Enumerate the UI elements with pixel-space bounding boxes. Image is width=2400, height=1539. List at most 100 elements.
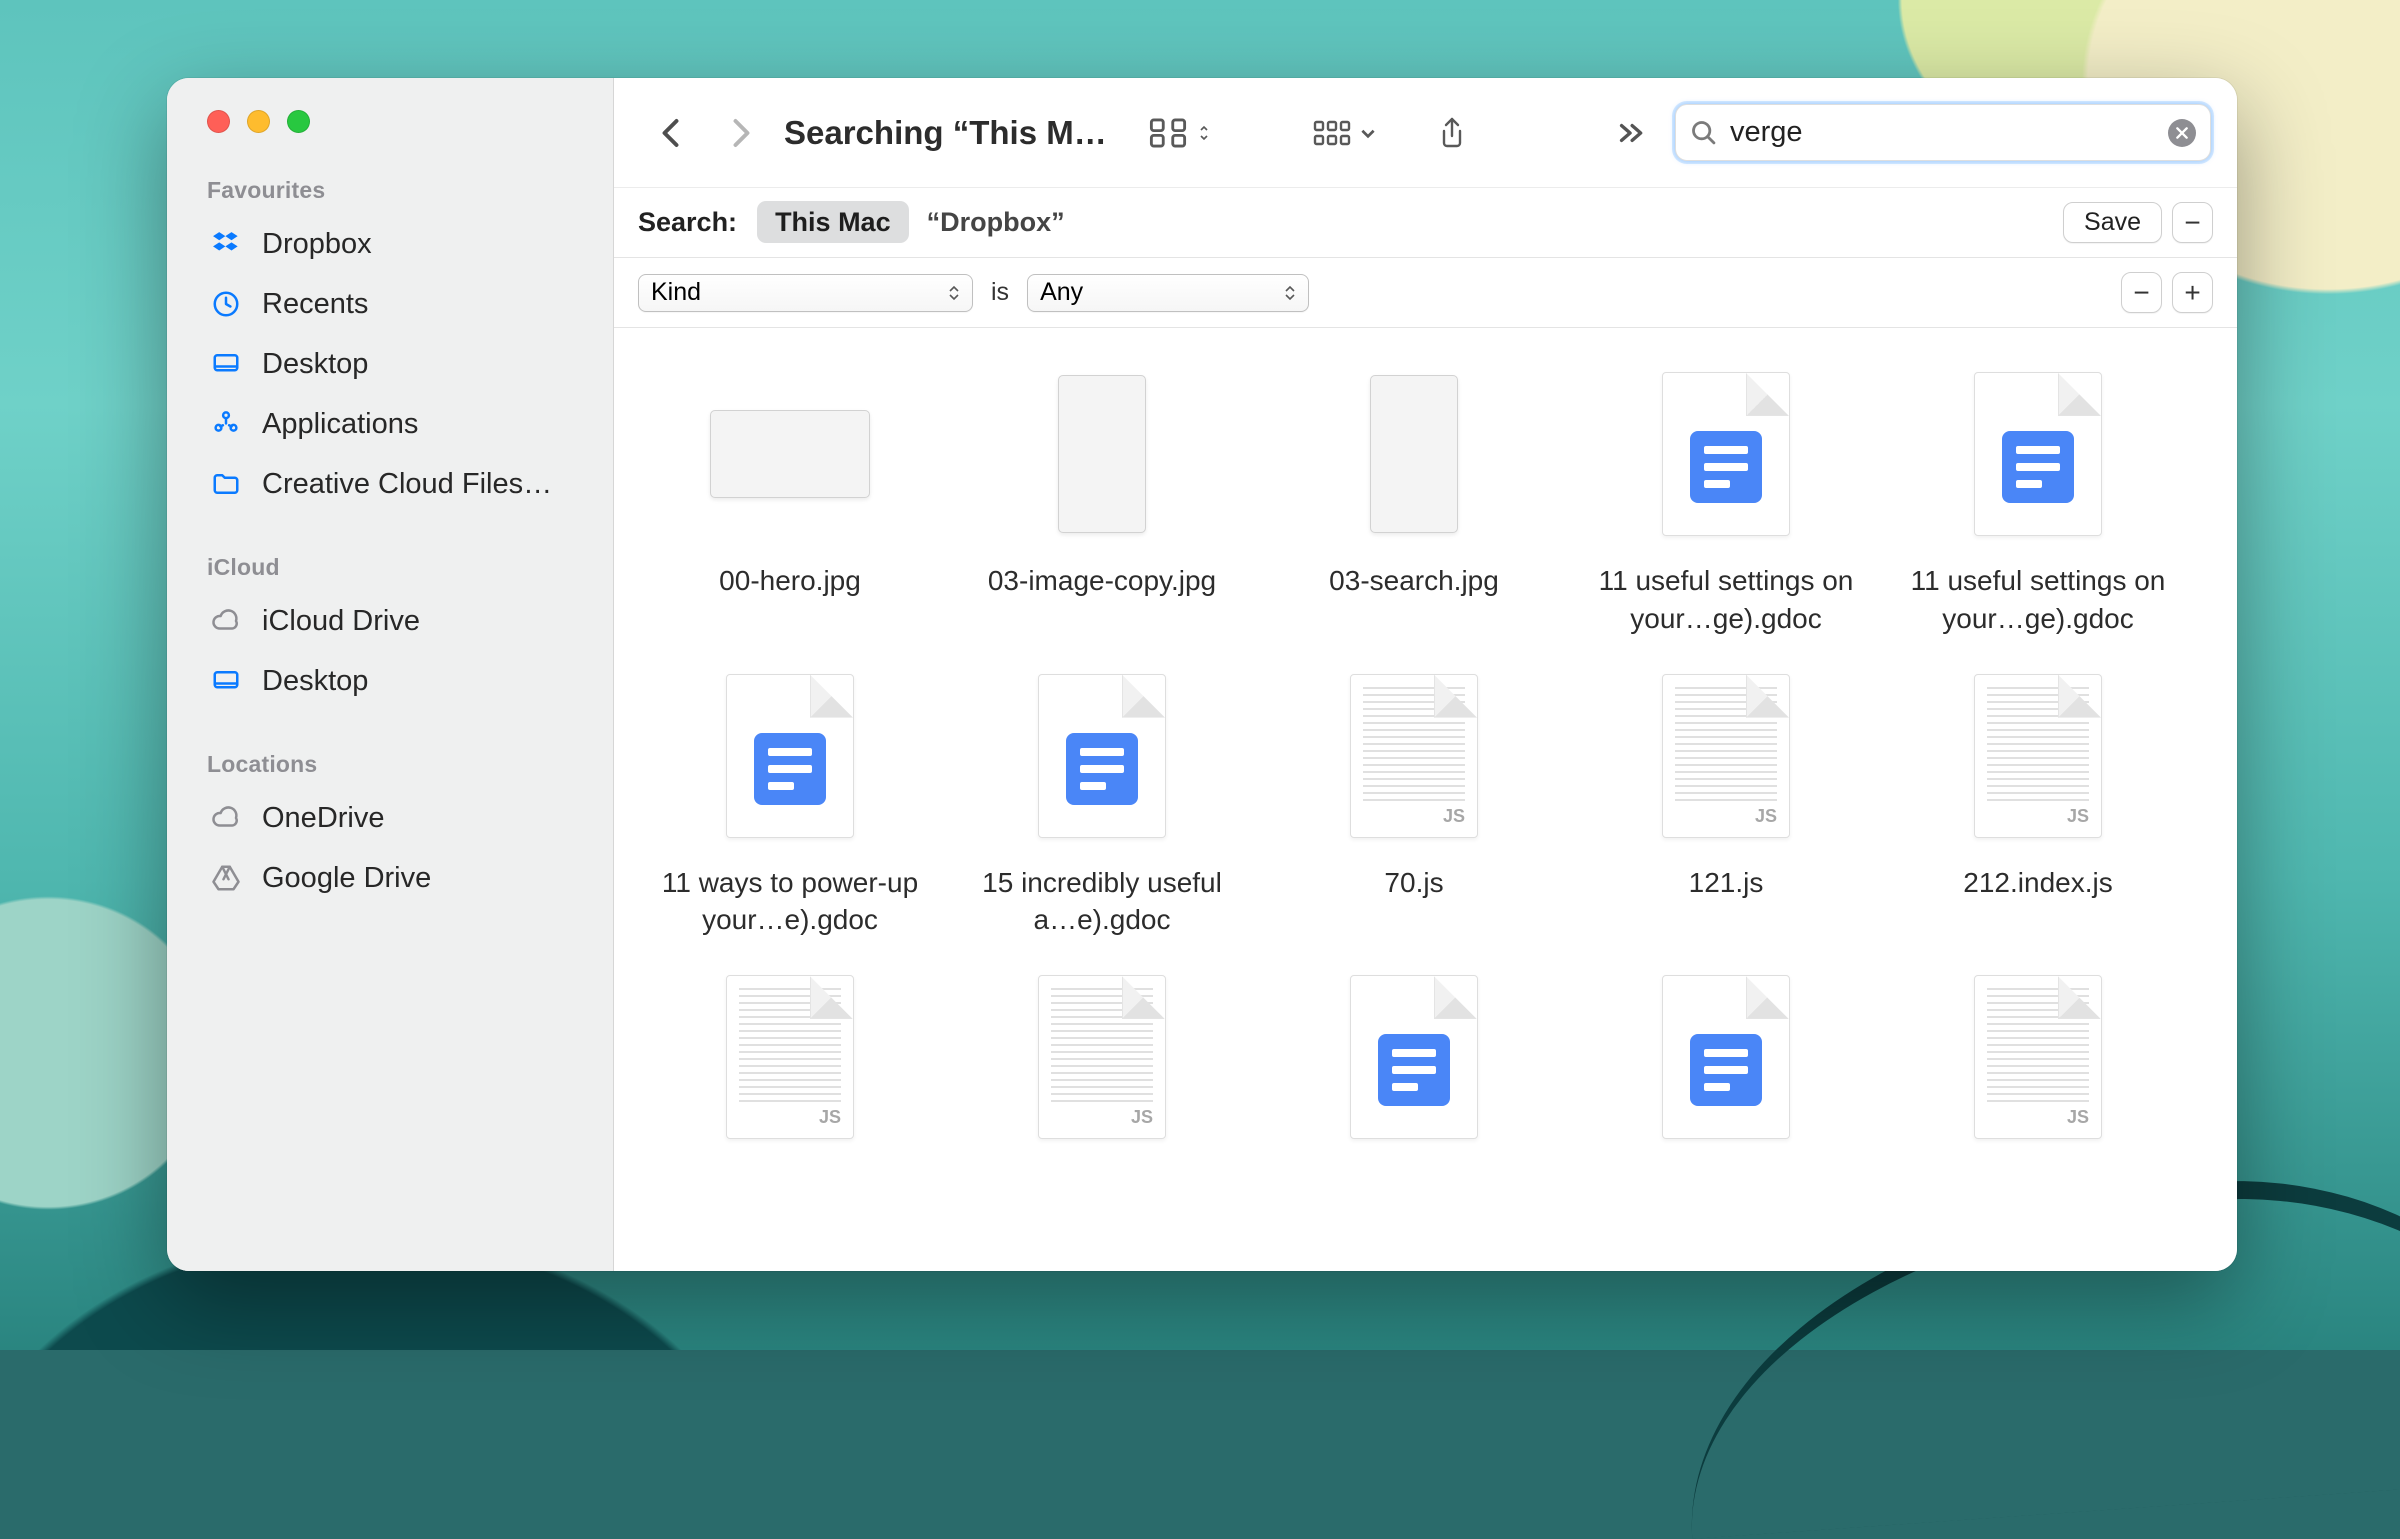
file-name: 212.index.js bbox=[1963, 864, 2112, 902]
group-by-button[interactable] bbox=[1313, 116, 1377, 150]
search-scope-this-mac[interactable]: This Mac bbox=[757, 201, 909, 243]
file-name: 11 useful settings on your…ge).gdoc bbox=[1898, 562, 2178, 638]
file-item[interactable]: JS 212.index.js bbox=[1882, 674, 2194, 940]
file-item[interactable]: 11 ways to power-up your…e).gdoc bbox=[634, 674, 946, 940]
file-item[interactable]: 15 incredibly useful a…e).gdoc bbox=[946, 674, 1258, 940]
sidebar-item-dropbox[interactable]: Dropbox bbox=[167, 214, 613, 274]
share-button[interactable] bbox=[1433, 116, 1471, 150]
file-item[interactable]: 03-search.jpg bbox=[1258, 372, 1570, 638]
criteria-value-dropdown[interactable]: Any bbox=[1027, 274, 1309, 312]
file-name: 11 useful settings on your…ge).gdoc bbox=[1586, 562, 1866, 638]
search-field[interactable] bbox=[1675, 104, 2211, 161]
sidebar-item-recents[interactable]: Recents bbox=[167, 274, 613, 334]
minimize-window-button[interactable] bbox=[247, 110, 270, 133]
folder-icon bbox=[209, 469, 243, 499]
finder-window: Favourites Dropbox Recents Desktop Applicati… bbox=[167, 78, 2237, 1271]
file-name: 03-search.jpg bbox=[1329, 562, 1499, 600]
dropbox-icon bbox=[209, 229, 243, 259]
sidebar-section-heading: iCloud bbox=[167, 554, 613, 591]
clear-search-button[interactable] bbox=[2168, 119, 2196, 147]
sidebar-item-label: Desktop bbox=[262, 348, 368, 381]
nav-arrows bbox=[654, 114, 758, 152]
save-search-button[interactable]: Save bbox=[2063, 202, 2162, 243]
main-pane: Searching “This M… bbox=[614, 78, 2237, 1271]
file-thumbnail: JS bbox=[710, 975, 870, 1139]
file-thumbnail: JS bbox=[1022, 975, 1182, 1139]
file-thumbnail bbox=[710, 674, 870, 838]
file-name: 121.js bbox=[1689, 864, 1764, 902]
file-name: 00-hero.jpg bbox=[719, 562, 861, 600]
chevron-down-icon bbox=[1359, 124, 1377, 142]
window-title: Searching “This M… bbox=[784, 114, 1107, 152]
file-item[interactable]: JS bbox=[1882, 975, 2194, 1165]
sidebar-item-label: OneDrive bbox=[262, 802, 385, 835]
apps-icon bbox=[209, 409, 243, 439]
sidebar-section-heading: Favourites bbox=[167, 177, 613, 214]
file-item[interactable]: 00-hero.jpg bbox=[634, 372, 946, 638]
file-item[interactable]: 11 useful settings on your…ge).gdoc bbox=[1882, 372, 2194, 638]
view-as-icons-button[interactable] bbox=[1149, 116, 1213, 150]
criteria-attribute-dropdown[interactable]: Kind bbox=[638, 274, 973, 312]
file-thumbnail bbox=[1334, 372, 1494, 536]
file-item[interactable]: JS bbox=[946, 975, 1258, 1165]
search-scope-label: Search: bbox=[638, 207, 737, 238]
cloud-icon bbox=[209, 606, 243, 636]
file-thumbnail: JS bbox=[1958, 674, 2118, 838]
desktop-icon bbox=[209, 349, 243, 379]
search-criteria-bar: Kind is Any − + bbox=[614, 258, 2237, 328]
file-thumbnail bbox=[1646, 975, 1806, 1139]
remove-scope-button[interactable]: − bbox=[2172, 202, 2213, 243]
clock-icon bbox=[209, 289, 243, 319]
file-item[interactable]: JS 121.js bbox=[1570, 674, 1882, 940]
file-name: 11 ways to power-up your…e).gdoc bbox=[650, 864, 930, 940]
back-button[interactable] bbox=[654, 114, 690, 152]
chevron-updown-icon bbox=[1284, 285, 1296, 301]
file-thumbnail bbox=[1646, 372, 1806, 536]
file-item[interactable] bbox=[1570, 975, 1882, 1165]
sidebar-item-label: Applications bbox=[262, 408, 418, 441]
toolbar-overflow-button[interactable] bbox=[1611, 119, 1647, 147]
search-scope-dropbox[interactable]: “Dropbox” bbox=[909, 201, 1083, 243]
sidebar-item-creative-cloud-files[interactable]: Creative Cloud Files… bbox=[167, 454, 613, 514]
cloud-icon bbox=[209, 803, 243, 833]
add-criteria-button[interactable]: + bbox=[2172, 272, 2213, 313]
close-window-button[interactable] bbox=[207, 110, 230, 133]
sidebar-item-desktop[interactable]: Desktop bbox=[167, 651, 613, 711]
file-name: 03-image-copy.jpg bbox=[988, 562, 1216, 600]
search-input[interactable] bbox=[1730, 116, 2156, 149]
file-thumbnail: JS bbox=[1646, 674, 1806, 838]
sidebar-item-google-drive[interactable]: Google Drive bbox=[167, 848, 613, 908]
criteria-attribute-label: Kind bbox=[651, 278, 701, 307]
file-item[interactable]: JS70.js bbox=[1258, 674, 1570, 940]
file-thumbnail bbox=[1334, 975, 1494, 1139]
chevron-updown-icon bbox=[1195, 124, 1213, 142]
file-thumbnail bbox=[710, 372, 870, 536]
file-thumbnail: JS bbox=[1958, 975, 2118, 1139]
search-icon bbox=[1690, 119, 1718, 147]
file-thumbnail bbox=[1958, 372, 2118, 536]
file-item[interactable]: 11 useful settings on your…ge).gdoc bbox=[1570, 372, 1882, 638]
search-scope-bar: Search: This Mac“Dropbox” Save − bbox=[614, 187, 2237, 258]
criteria-operator-label: is bbox=[991, 278, 1009, 307]
file-thumbnail bbox=[1022, 674, 1182, 838]
file-item[interactable]: 03-image-copy.jpg bbox=[946, 372, 1258, 638]
sidebar-item-applications[interactable]: Applications bbox=[167, 394, 613, 454]
sidebar-item-onedrive[interactable]: OneDrive bbox=[167, 788, 613, 848]
gdrive-icon bbox=[209, 863, 243, 893]
window-controls bbox=[167, 110, 613, 133]
chevron-updown-icon bbox=[948, 285, 960, 301]
forward-button[interactable] bbox=[722, 114, 758, 152]
file-item[interactable] bbox=[1258, 975, 1570, 1165]
file-name: 15 incredibly useful a…e).gdoc bbox=[962, 864, 1242, 940]
sidebar-item-label: Desktop bbox=[262, 665, 368, 698]
sidebar-item-icloud-drive[interactable]: iCloud Drive bbox=[167, 591, 613, 651]
file-item[interactable]: JS bbox=[634, 975, 946, 1165]
results-grid[interactable]: 00-hero.jpg 03-image-copy.jpg 03-search.jp… bbox=[614, 328, 2237, 1271]
sidebar-section-heading: Locations bbox=[167, 751, 613, 788]
zoom-window-button[interactable] bbox=[287, 110, 310, 133]
sidebar-item-label: Dropbox bbox=[262, 228, 372, 261]
sidebar-item-desktop[interactable]: Desktop bbox=[167, 334, 613, 394]
file-name: 70.js bbox=[1384, 864, 1443, 902]
remove-criteria-button[interactable]: − bbox=[2121, 272, 2162, 313]
desktop-icon bbox=[209, 666, 243, 696]
